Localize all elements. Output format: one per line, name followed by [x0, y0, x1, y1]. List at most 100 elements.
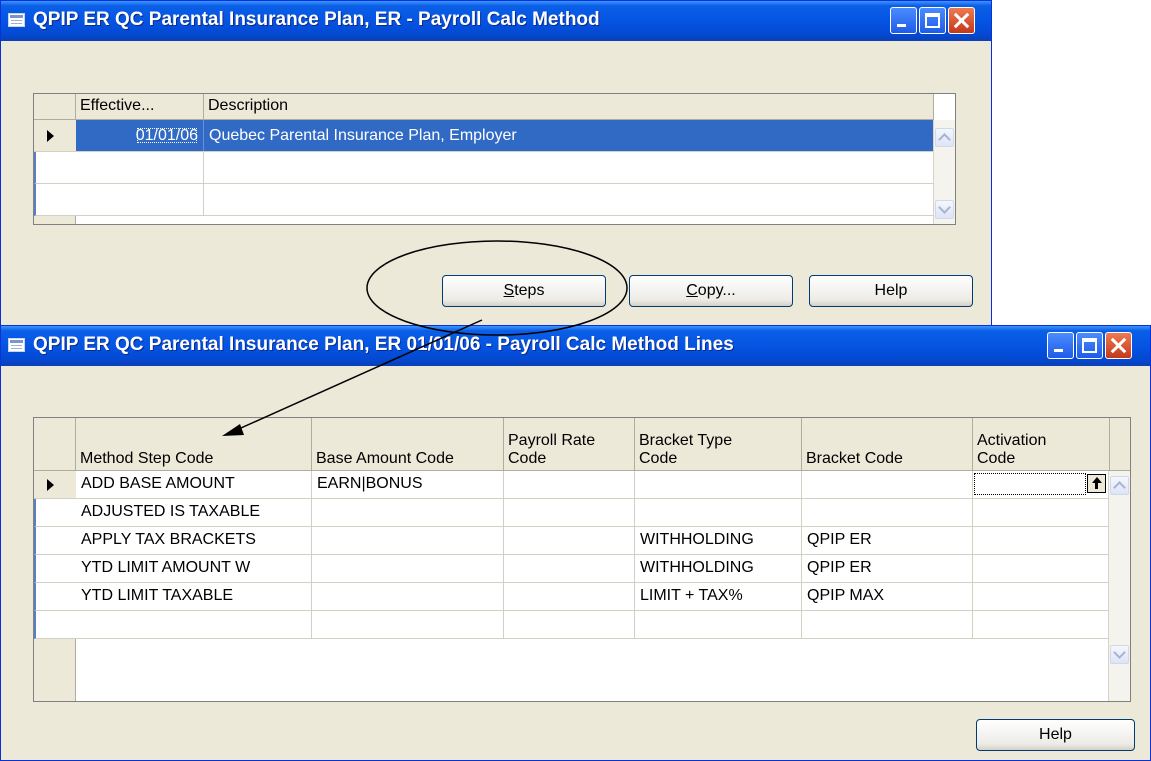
column-header-payroll-rate-code[interactable]: Payroll Rate Code — [504, 418, 635, 471]
payroll-rate-code-cell[interactable] — [504, 611, 635, 638]
method-lines-grid: Method Step Code Base Amount Code Payrol… — [33, 417, 1131, 702]
row-selector[interactable] — [34, 471, 76, 499]
maximize-button[interactable] — [1076, 332, 1103, 359]
table-row[interactable]: APPLY TAX BRACKETS WITHHOLDING QPIP ER — [76, 527, 1130, 555]
minimize-button[interactable] — [890, 7, 917, 34]
payroll-rate-code-cell[interactable] — [504, 471, 635, 498]
bracket-code-cell[interactable] — [802, 471, 973, 498]
base-amount-code-cell[interactable] — [312, 555, 504, 582]
payroll-rate-code-cell[interactable] — [504, 527, 635, 554]
bracket-type-code-cell[interactable] — [635, 611, 802, 638]
activation-code-field[interactable] — [974, 473, 1086, 495]
row-selector[interactable] — [34, 555, 76, 583]
payroll-calc-method-window: QPIP ER QC Parental Insurance Plan, ER -… — [0, 0, 992, 330]
scroll-up-icon[interactable] — [1110, 476, 1129, 495]
window-title: QPIP ER QC Parental Insurance Plan, ER 0… — [33, 334, 734, 355]
table-row[interactable] — [76, 184, 955, 216]
bracket-type-code-cell[interactable]: WITHHOLDING — [635, 555, 802, 582]
column-header-description[interactable]: Description — [204, 94, 934, 120]
window-title: QPIP ER QC Parental Insurance Plan, ER -… — [33, 9, 600, 30]
activation-code-cell[interactable] — [973, 527, 1110, 554]
lookup-arrow-icon[interactable] — [1087, 474, 1106, 493]
bracket-code-cell[interactable] — [802, 499, 973, 526]
description-cell[interactable]: Quebec Parental Insurance Plan, Employer — [204, 120, 934, 151]
payroll-rate-code-cell[interactable] — [504, 499, 635, 526]
method-step-code-cell[interactable]: APPLY TAX BRACKETS — [76, 527, 312, 554]
vertical-scrollbar[interactable] — [1108, 471, 1130, 701]
bracket-code-cell[interactable]: QPIP MAX — [802, 583, 973, 610]
table-row[interactable]: 01/01/06 Quebec Parental Insurance Plan,… — [76, 120, 955, 152]
table-row[interactable] — [76, 152, 955, 184]
description-cell[interactable] — [204, 152, 934, 183]
activation-code-cell[interactable] — [973, 611, 1110, 638]
title-bar[interactable]: QPIP ER QC Parental Insurance Plan, ER 0… — [1, 326, 1150, 366]
effective-cell[interactable]: 01/01/06 — [76, 120, 204, 151]
base-amount-code-cell[interactable] — [312, 499, 504, 526]
activation-code-cell[interactable] — [973, 583, 1110, 610]
help-button[interactable]: Help — [809, 275, 973, 307]
row-selector[interactable] — [34, 184, 76, 216]
description-cell[interactable] — [204, 184, 934, 215]
activation-code-cell[interactable] — [973, 555, 1110, 582]
bracket-code-cell[interactable] — [802, 611, 973, 638]
row-pointer-icon — [47, 479, 54, 491]
help-button[interactable]: Help — [976, 719, 1135, 751]
title-bar[interactable]: QPIP ER QC Parental Insurance Plan, ER -… — [1, 1, 991, 41]
table-row[interactable] — [76, 611, 1130, 639]
table-row[interactable]: YTD LIMIT TAXABLE LIMIT + TAX% QPIP MAX — [76, 583, 1130, 611]
activation-code-cell[interactable] — [973, 471, 1110, 498]
payroll-rate-code-cell[interactable] — [504, 583, 635, 610]
payroll-calc-method-lines-window: QPIP ER QC Parental Insurance Plan, ER 0… — [0, 325, 1151, 761]
bracket-code-cell[interactable]: QPIP ER — [802, 555, 973, 582]
scroll-down-icon[interactable] — [935, 200, 954, 219]
row-selector[interactable] — [34, 120, 76, 152]
method-step-code-cell[interactable]: YTD LIMIT TAXABLE — [76, 583, 312, 610]
close-button[interactable] — [948, 7, 975, 34]
bracket-code-cell[interactable]: QPIP ER — [802, 527, 973, 554]
column-header-bracket-type-code[interactable]: Bracket Type Code — [635, 418, 802, 471]
scroll-down-icon[interactable] — [1110, 645, 1129, 664]
method-step-code-cell[interactable]: ADD BASE AMOUNT — [76, 471, 312, 498]
copy-button[interactable]: Copy... — [629, 275, 793, 307]
row-selector[interactable] — [34, 611, 76, 639]
bracket-type-code-cell[interactable]: WITHHOLDING — [635, 527, 802, 554]
row-selector[interactable] — [34, 527, 76, 555]
header-filler — [1110, 418, 1130, 471]
bracket-type-code-cell[interactable]: LIMIT + TAX% — [635, 583, 802, 610]
effective-cell[interactable] — [76, 152, 204, 183]
row-selector[interactable] — [34, 583, 76, 611]
effective-cell[interactable] — [76, 184, 204, 215]
method-grid: Effective... Description 01/01/06 Quebec… — [33, 93, 956, 225]
method-step-code-cell[interactable]: YTD LIMIT AMOUNT W — [76, 555, 312, 582]
payroll-rate-code-cell[interactable] — [504, 555, 635, 582]
minimize-button[interactable] — [1047, 332, 1074, 359]
column-header-activation-code[interactable]: Activation Code — [973, 418, 1110, 471]
column-header-method-step-code[interactable]: Method Step Code — [76, 418, 312, 471]
table-row[interactable]: ADD BASE AMOUNT EARN|BONUS — [76, 471, 1130, 499]
column-header-bracket-code[interactable]: Bracket Code — [802, 418, 973, 471]
bracket-type-code-cell[interactable] — [635, 471, 802, 498]
header-corner — [34, 94, 76, 120]
bracket-type-code-cell[interactable] — [635, 499, 802, 526]
method-step-code-cell[interactable]: ADJUSTED IS TAXABLE — [76, 499, 312, 526]
method-step-code-cell[interactable] — [76, 611, 312, 638]
maximize-button[interactable] — [919, 7, 946, 34]
window-icon — [8, 13, 25, 27]
row-pointer-icon — [47, 130, 54, 142]
scroll-up-icon[interactable] — [935, 128, 954, 147]
table-row[interactable]: YTD LIMIT AMOUNT W WITHHOLDING QPIP ER — [76, 555, 1130, 583]
activation-code-cell[interactable] — [973, 499, 1110, 526]
base-amount-code-cell[interactable] — [312, 611, 504, 638]
base-amount-code-cell[interactable] — [312, 583, 504, 610]
row-selector[interactable] — [34, 499, 76, 527]
close-button[interactable] — [1105, 332, 1132, 359]
row-selector[interactable] — [34, 152, 76, 184]
column-header-base-amount-code[interactable]: Base Amount Code — [312, 418, 504, 471]
vertical-scrollbar[interactable] — [933, 120, 955, 224]
column-header-effective[interactable]: Effective... — [76, 94, 204, 120]
base-amount-code-cell[interactable]: EARN|BONUS — [312, 471, 504, 498]
table-row[interactable]: ADJUSTED IS TAXABLE — [76, 499, 1130, 527]
header-corner — [34, 418, 76, 471]
steps-button[interactable]: Steps — [442, 275, 606, 307]
base-amount-code-cell[interactable] — [312, 527, 504, 554]
